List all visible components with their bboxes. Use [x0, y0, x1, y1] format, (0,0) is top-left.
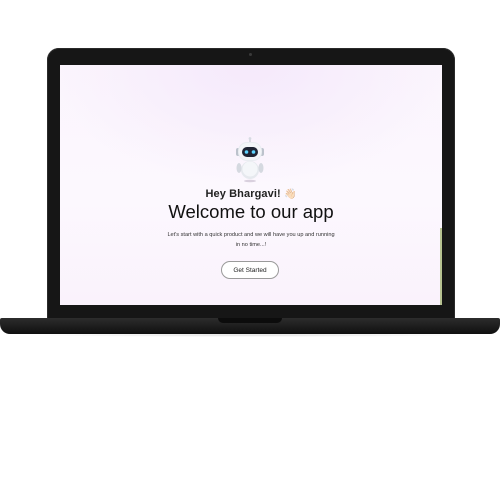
get-started-button[interactable]: Get Started: [221, 261, 279, 279]
waving-hand-icon: 👋🏻: [283, 189, 297, 200]
laptop-shadow: [20, 333, 480, 337]
greeting-text: Hey Bhargavi!: [205, 188, 281, 200]
trackpad-notch: [218, 318, 282, 323]
page-title: Welcome to our app: [168, 201, 334, 222]
greeting-heading: Hey Bhargavi! 👋🏻: [60, 188, 442, 200]
laptop-screen: Hey Bhargavi! 👋🏻 Welcome to our app Let'…: [60, 65, 442, 305]
webcam-icon: [248, 53, 252, 56]
screen-edge-highlight: [440, 228, 442, 305]
robot-mascot-icon: [236, 137, 264, 183]
welcome-description: Let's start with a quick product and we …: [167, 232, 335, 248]
welcome-screen: Hey Bhargavi! 👋🏻 Welcome to our app Let'…: [60, 65, 442, 305]
laptop-mockup: Hey Bhargavi! 👋🏻 Welcome to our app Let'…: [0, 0, 500, 500]
